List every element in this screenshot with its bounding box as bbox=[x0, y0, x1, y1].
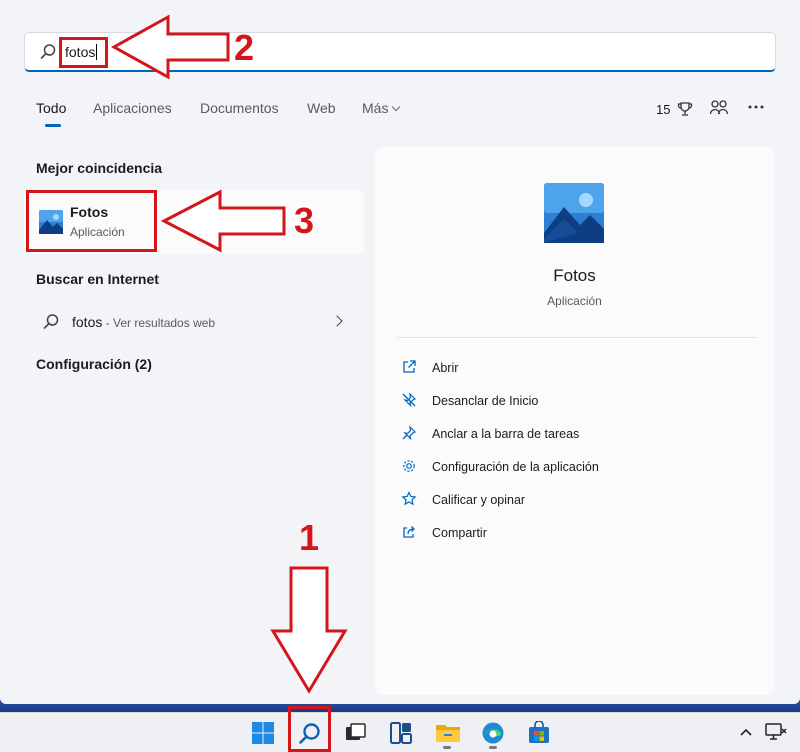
tab-label: Documentos bbox=[200, 100, 279, 116]
star-icon bbox=[401, 491, 417, 506]
divider bbox=[397, 337, 757, 338]
network-icon bbox=[765, 723, 787, 740]
search-icon bbox=[39, 43, 57, 61]
taskbar bbox=[0, 712, 800, 752]
task-view-icon bbox=[346, 723, 366, 740]
search-icon bbox=[42, 313, 60, 336]
action-unpin-start[interactable]: Desanclar de Inicio bbox=[401, 389, 731, 413]
more-options-button[interactable] bbox=[747, 98, 765, 122]
web-search-result[interactable]: fotos - Ver resultados web bbox=[24, 306, 364, 338]
account-icon bbox=[709, 100, 729, 122]
file-explorer-button[interactable] bbox=[430, 717, 464, 749]
web-search-heading: Buscar en Internet bbox=[36, 271, 159, 287]
windows-logo-icon bbox=[252, 722, 274, 744]
open-icon bbox=[403, 360, 416, 373]
annotation-arrow-left bbox=[160, 189, 286, 253]
annotation-number-3: 3 bbox=[294, 200, 315, 241]
tab-mas[interactable]: Más bbox=[362, 100, 401, 116]
chevron-right-icon bbox=[331, 315, 343, 327]
action-rate-review[interactable]: Calificar y opinar bbox=[401, 488, 731, 512]
running-indicator bbox=[489, 746, 497, 749]
running-indicator bbox=[443, 746, 451, 749]
tab-web[interactable]: Web bbox=[307, 100, 336, 116]
store-button[interactable] bbox=[522, 717, 556, 749]
account-switch-button[interactable] bbox=[709, 98, 729, 122]
preview-title: Fotos bbox=[553, 266, 596, 285]
network-status-button[interactable] bbox=[759, 717, 793, 749]
web-results-hint: - Ver resultados web bbox=[102, 316, 216, 330]
tab-label: Todo bbox=[36, 100, 67, 116]
tab-label: Aplicaciones bbox=[93, 100, 172, 116]
gear-icon bbox=[403, 460, 415, 472]
action-label: Configuración de la aplicación bbox=[432, 460, 599, 474]
action-label: Calificar y opinar bbox=[432, 493, 526, 507]
annotation-box-search bbox=[59, 37, 108, 68]
share-icon bbox=[403, 526, 415, 538]
preview-pane: Fotos Aplicación Abrir Desanclar de Inic… bbox=[375, 147, 774, 695]
tab-label: Web bbox=[307, 100, 336, 116]
task-view-button[interactable] bbox=[338, 717, 372, 749]
trophy-icon bbox=[677, 101, 693, 120]
chevron-down-icon bbox=[392, 102, 401, 112]
annotation-number-1: 1 bbox=[299, 517, 320, 558]
action-label: Anclar a la barra de tareas bbox=[432, 427, 580, 441]
action-open[interactable]: Abrir bbox=[401, 356, 731, 380]
active-tab-indicator bbox=[45, 124, 61, 127]
widgets-button[interactable] bbox=[384, 717, 418, 749]
unpin-icon bbox=[402, 392, 417, 408]
start-button[interactable] bbox=[246, 717, 280, 749]
widgets-icon bbox=[390, 722, 412, 744]
annotation-arrow-left bbox=[110, 14, 230, 80]
action-label: Compartir bbox=[432, 526, 487, 540]
annotation-box-search-button bbox=[288, 706, 331, 752]
folder-icon bbox=[436, 725, 460, 742]
tab-documentos[interactable]: Documentos bbox=[200, 100, 279, 116]
more-icon bbox=[747, 103, 765, 120]
rewards-points[interactable]: 15 bbox=[656, 101, 693, 120]
best-match-heading: Mejor coincidencia bbox=[36, 160, 163, 176]
annotation-number-2: 2 bbox=[234, 27, 255, 68]
pin-icon bbox=[402, 425, 417, 441]
edge-icon bbox=[482, 722, 504, 744]
action-app-settings[interactable]: Configuración de la aplicación bbox=[401, 455, 731, 479]
tab-aplicaciones[interactable]: Aplicaciones bbox=[93, 100, 172, 116]
action-label: Abrir bbox=[432, 361, 459, 375]
action-pin-taskbar[interactable]: Anclar a la barra de tareas bbox=[401, 422, 731, 446]
tab-todo[interactable]: Todo bbox=[36, 100, 66, 116]
tab-label: Más bbox=[362, 100, 389, 116]
preview-subtitle: Aplicación bbox=[547, 294, 602, 308]
annotation-arrow-down bbox=[270, 566, 348, 694]
action-label: Desanclar de Inicio bbox=[432, 394, 539, 408]
points-count: 15 bbox=[656, 102, 671, 117]
start-search-panel: fotos Todo Aplicaciones Documentos Web M… bbox=[0, 0, 800, 704]
edge-browser-button[interactable] bbox=[476, 717, 510, 749]
action-share[interactable]: Compartir bbox=[401, 521, 731, 545]
photos-app-icon bbox=[544, 183, 604, 243]
chevron-up-icon bbox=[740, 728, 752, 736]
store-icon bbox=[529, 721, 549, 743]
web-query: fotos bbox=[72, 314, 103, 330]
settings-heading[interactable]: Configuración (2) bbox=[36, 356, 152, 372]
annotation-box-result bbox=[26, 190, 157, 252]
